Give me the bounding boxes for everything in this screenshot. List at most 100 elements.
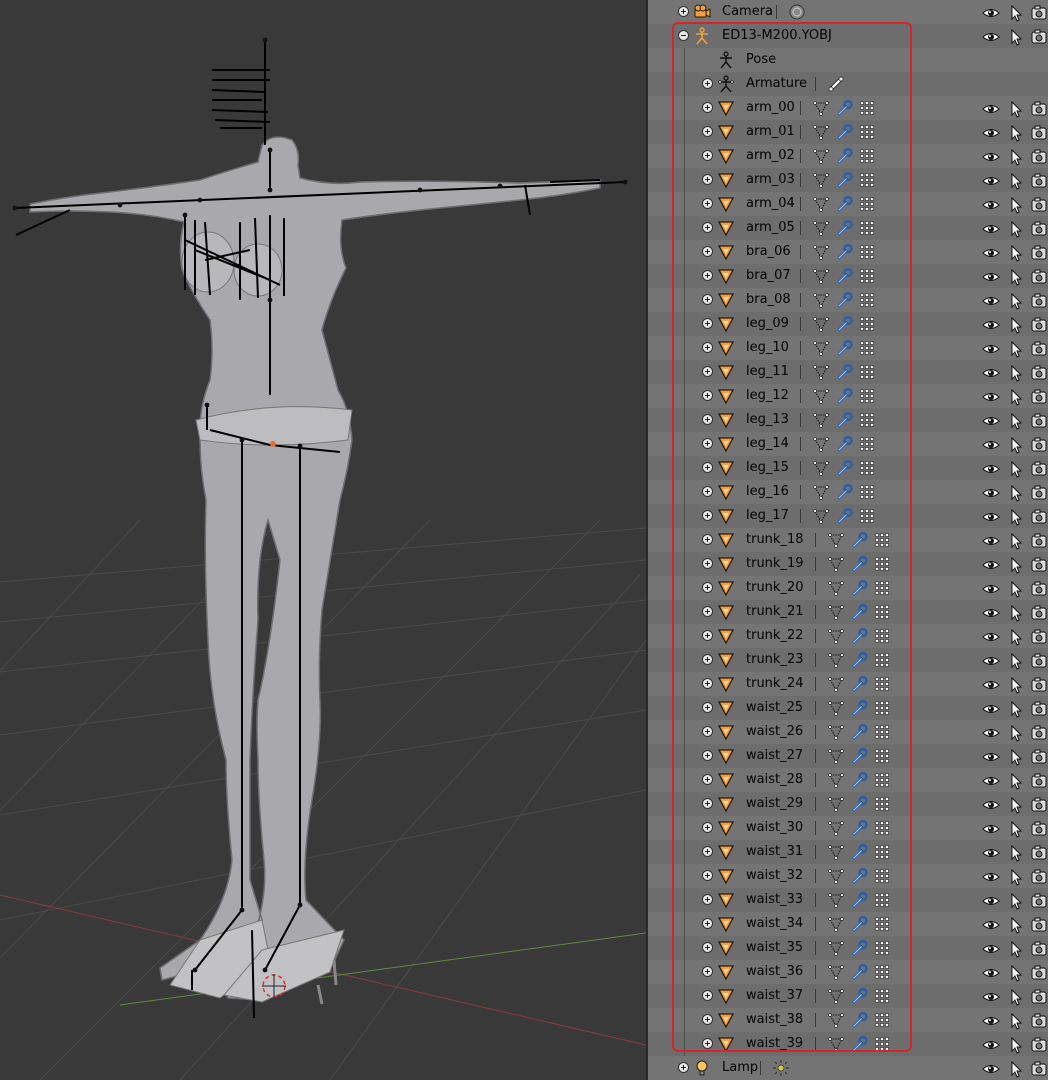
selectability-cursor-icon[interactable]	[1007, 484, 1023, 502]
selectability-cursor-icon[interactable]	[1007, 124, 1023, 142]
modifier-icon[interactable]	[850, 771, 868, 789]
renderability-render-icon[interactable]	[1030, 4, 1047, 20]
renderability-render-icon[interactable]	[1030, 940, 1047, 956]
collapse-icon[interactable]	[678, 30, 689, 41]
mesh-data-icon[interactable]	[873, 555, 891, 573]
selectability-cursor-icon[interactable]	[1007, 532, 1023, 550]
modifier-icon[interactable]	[850, 627, 868, 645]
renderability-render-icon[interactable]	[1030, 388, 1047, 404]
outliner-row[interactable]: arm_05	[648, 216, 1048, 240]
renderability-render-icon[interactable]	[1030, 796, 1047, 812]
expand-icon[interactable]	[678, 6, 689, 17]
outliner-row[interactable]: waist_35	[648, 936, 1048, 960]
mesh-data-icon[interactable]	[873, 651, 891, 669]
outliner-row[interactable]: leg_13	[648, 408, 1048, 432]
mesh-data-icon[interactable]	[858, 459, 876, 477]
visibility-eye-icon[interactable]	[982, 292, 1000, 308]
object-name[interactable]: waist_33	[746, 891, 803, 909]
expand-icon[interactable]	[702, 798, 713, 809]
outliner-row[interactable]: leg_12	[648, 384, 1048, 408]
renderability-render-icon[interactable]	[1030, 556, 1047, 572]
visibility-eye-icon[interactable]	[982, 484, 1000, 500]
vertex-group-icon[interactable]	[812, 99, 830, 117]
vertex-group-icon[interactable]	[812, 291, 830, 309]
outliner-panel[interactable]: Camera ED13-M200.YOBJ Pose Armature arm_00 ar…	[648, 0, 1048, 1080]
selectability-cursor-icon[interactable]	[1007, 220, 1023, 238]
vertex-group-icon[interactable]	[827, 819, 845, 837]
renderability-render-icon[interactable]	[1030, 28, 1047, 44]
expand-icon[interactable]	[702, 750, 713, 761]
visibility-eye-icon[interactable]	[982, 244, 1000, 260]
visibility-eye-icon[interactable]	[982, 508, 1000, 524]
vertex-group-icon[interactable]	[827, 723, 845, 741]
renderability-render-icon[interactable]	[1030, 916, 1047, 932]
expand-icon[interactable]	[702, 318, 713, 329]
selectability-cursor-icon[interactable]	[1007, 100, 1023, 118]
renderability-render-icon[interactable]	[1030, 1060, 1047, 1076]
expand-icon[interactable]	[702, 414, 713, 425]
modifier-icon[interactable]	[835, 99, 853, 117]
visibility-eye-icon[interactable]	[982, 148, 1000, 164]
renderability-render-icon[interactable]	[1030, 316, 1047, 332]
vertex-group-icon[interactable]	[812, 411, 830, 429]
outliner-row[interactable]: leg_10	[648, 336, 1048, 360]
vertex-group-icon[interactable]	[827, 795, 845, 813]
outliner-row[interactable]: Camera	[648, 0, 1048, 24]
vertex-group-icon[interactable]	[827, 747, 845, 765]
modifier-icon[interactable]	[850, 867, 868, 885]
renderability-render-icon[interactable]	[1030, 1036, 1047, 1052]
mesh-data-icon[interactable]	[873, 843, 891, 861]
renderability-render-icon[interactable]	[1030, 652, 1047, 668]
mesh-data-icon[interactable]	[873, 699, 891, 717]
object-name[interactable]: trunk_22	[746, 627, 804, 645]
mesh-data-icon[interactable]	[858, 195, 876, 213]
renderability-render-icon[interactable]	[1030, 484, 1047, 500]
vertex-group-icon[interactable]	[827, 963, 845, 981]
mesh-data-icon[interactable]	[858, 219, 876, 237]
modifier-icon[interactable]	[835, 171, 853, 189]
renderability-render-icon[interactable]	[1030, 868, 1047, 884]
object-name[interactable]: waist_32	[746, 867, 803, 885]
mesh-data-icon[interactable]	[873, 867, 891, 885]
outliner-row[interactable]: waist_27	[648, 744, 1048, 768]
vertex-group-icon[interactable]	[812, 483, 830, 501]
object-name[interactable]: trunk_23	[746, 651, 804, 669]
camera-data-icon[interactable]	[788, 3, 806, 21]
selectability-cursor-icon[interactable]	[1007, 580, 1023, 598]
3d-viewport[interactable]	[0, 0, 646, 1080]
outliner-row[interactable]: trunk_21	[648, 600, 1048, 624]
mesh-data-icon[interactable]	[873, 579, 891, 597]
visibility-eye-icon[interactable]	[982, 796, 1000, 812]
object-name[interactable]: trunk_20	[746, 579, 804, 597]
visibility-eye-icon[interactable]	[982, 172, 1000, 188]
expand-icon[interactable]	[702, 870, 713, 881]
renderability-render-icon[interactable]	[1030, 604, 1047, 620]
selectability-cursor-icon[interactable]	[1007, 556, 1023, 574]
vertex-group-icon[interactable]	[812, 435, 830, 453]
outliner-row[interactable]: trunk_23	[648, 648, 1048, 672]
object-name[interactable]: waist_34	[746, 915, 803, 933]
outliner-row[interactable]: waist_32	[648, 864, 1048, 888]
expand-icon[interactable]	[678, 1062, 689, 1073]
selectability-cursor-icon[interactable]	[1007, 796, 1023, 814]
expand-icon[interactable]	[702, 510, 713, 521]
renderability-render-icon[interactable]	[1030, 364, 1047, 380]
outliner-row[interactable]: waist_25	[648, 696, 1048, 720]
selectability-cursor-icon[interactable]	[1007, 724, 1023, 742]
visibility-eye-icon[interactable]	[982, 772, 1000, 788]
mesh-data-icon[interactable]	[873, 723, 891, 741]
outliner-row[interactable]: waist_37	[648, 984, 1048, 1008]
modifier-icon[interactable]	[850, 651, 868, 669]
modifier-icon[interactable]	[850, 531, 868, 549]
renderability-render-icon[interactable]	[1030, 532, 1047, 548]
object-name[interactable]: waist_37	[746, 987, 803, 1005]
expand-icon[interactable]	[702, 654, 713, 665]
expand-icon[interactable]	[702, 726, 713, 737]
outliner-row[interactable]: waist_38	[648, 1008, 1048, 1032]
selectability-cursor-icon[interactable]	[1007, 196, 1023, 214]
outliner-row[interactable]: Pose	[648, 48, 1048, 72]
outliner-row[interactable]: arm_02	[648, 144, 1048, 168]
vertex-group-icon[interactable]	[812, 315, 830, 333]
visibility-eye-icon[interactable]	[982, 436, 1000, 452]
modifier-icon[interactable]	[835, 411, 853, 429]
